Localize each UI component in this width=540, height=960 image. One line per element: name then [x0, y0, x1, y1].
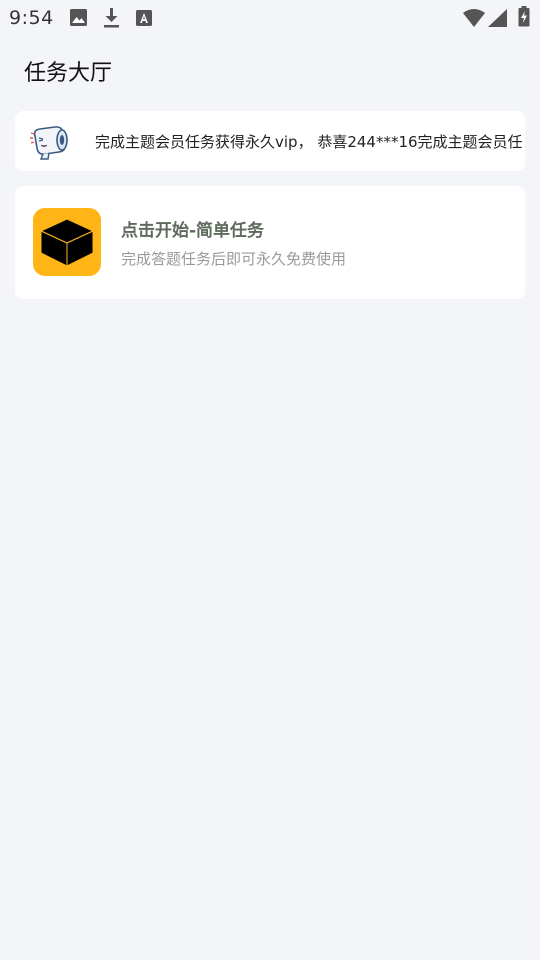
font-icon	[136, 10, 152, 26]
status-time: 9:54	[9, 7, 54, 29]
page-title: 任务大厅	[24, 61, 113, 86]
battery-icon	[518, 6, 530, 27]
image-icon	[70, 9, 87, 26]
download-icon	[104, 8, 119, 28]
status-bar: 9:54	[0, 0, 540, 36]
notice-text: 完成主题会员任务获得永久vip， 恭喜244***16完成主题会员任务获得永久v…	[95, 133, 523, 151]
notice-banner: 完成主题会员任务获得永久vip， 恭喜244***16完成主题会员任务获得永久v…	[15, 111, 525, 171]
box-icon	[39, 218, 95, 267]
notice-marquee: 完成主题会员任务获得永久vip， 恭喜244***16完成主题会员任务获得永久v…	[83, 111, 523, 171]
task-title: 点击开始-简单任务	[121, 221, 265, 241]
megaphone-icon	[30, 126, 68, 160]
signal-icon	[488, 9, 507, 27]
task-app-icon	[33, 208, 101, 276]
task-hall-screen: 9:54 任务大厅 完成主题会员任务获得永久vip， 恭喜244***16完成主…	[0, 0, 540, 960]
simple-task-card[interactable]: 点击开始-简单任务 完成答题任务后即可永久免费使用	[15, 186, 525, 299]
task-subtitle: 完成答题任务后即可永久免费使用	[121, 250, 347, 268]
wifi-icon	[463, 9, 485, 27]
